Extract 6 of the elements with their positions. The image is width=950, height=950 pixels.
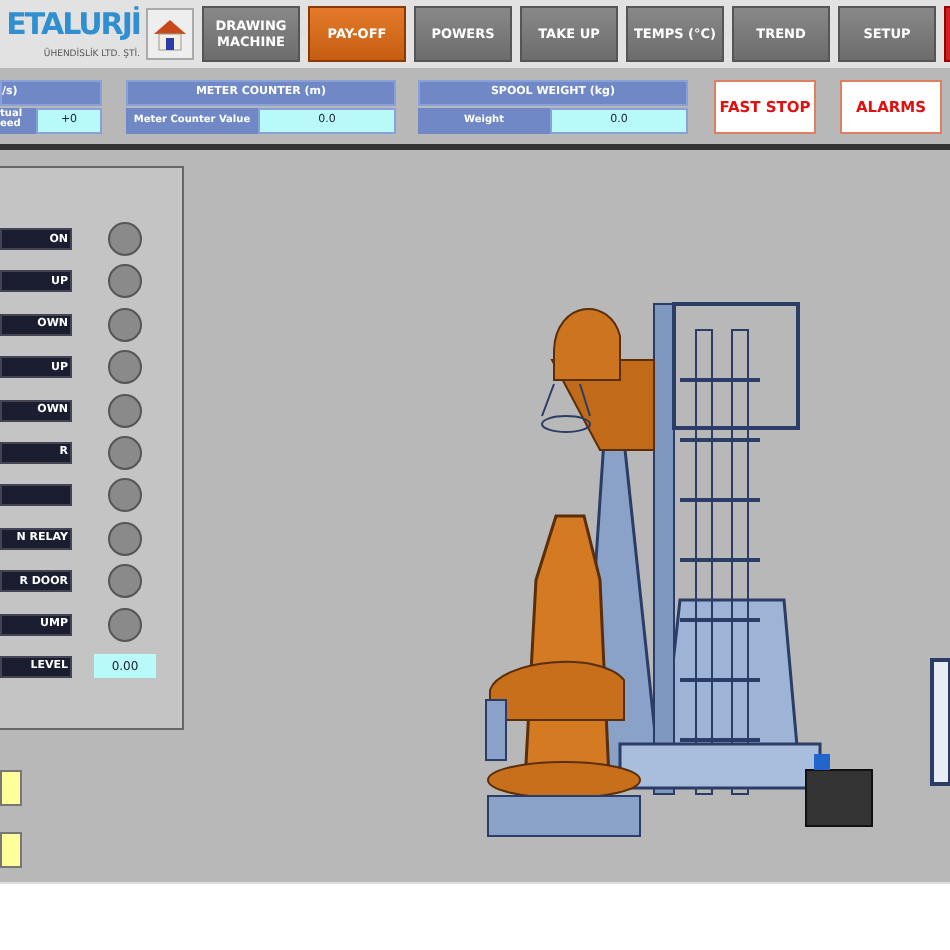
logo-text: ETALURJİ: [6, 4, 140, 46]
home-button[interactable]: [146, 8, 194, 60]
side-button[interactable]: [0, 832, 22, 868]
signal-label: [0, 484, 72, 507]
house-icon: [152, 16, 188, 52]
side-button[interactable]: [0, 770, 22, 806]
